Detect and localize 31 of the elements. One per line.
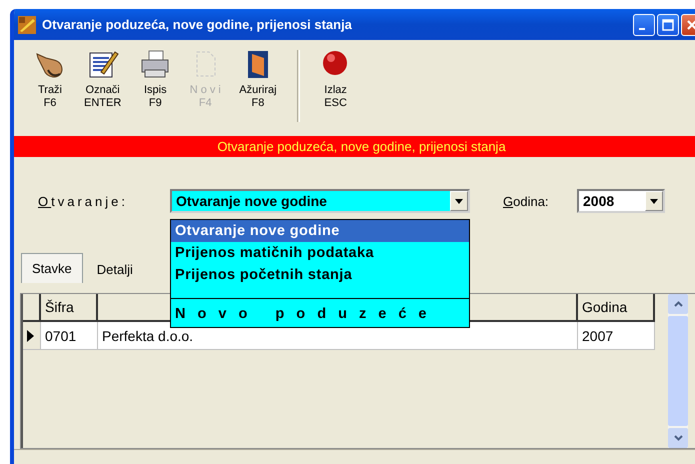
table-cell: 0701 — [41, 322, 98, 350]
dropdown-option[interactable]: Prijenos početnih stanja — [171, 264, 469, 286]
minimize-button[interactable] — [633, 14, 655, 36]
scroll-down-icon[interactable] — [668, 428, 688, 448]
column-header[interactable]: Godina — [578, 294, 655, 322]
otvaranje-label: Otvaranje: — [38, 194, 129, 208]
printer-icon — [139, 48, 172, 80]
tab[interactable]: Stavke — [21, 253, 83, 283]
maximize-button[interactable] — [657, 14, 679, 36]
scroll-thumb[interactable] — [668, 316, 688, 426]
dropdown-option[interactable]: Otvaranje nove godine — [171, 220, 469, 242]
toolbar-button[interactable]: Traži F6 — [28, 46, 72, 112]
toolbar-button[interactable]: Označi ENTER — [78, 46, 128, 112]
tab[interactable]: Detalji — [86, 256, 143, 283]
window-title: Otvaranje poduzeća, nove godine, prijenosi stanja — [42, 17, 353, 32]
toolbar-button[interactable]: Ispis F9 — [133, 46, 178, 112]
app-icon — [18, 16, 36, 34]
toolbar-button[interactable]: Ažuriraj F8 — [233, 46, 283, 112]
column-header[interactable]: Šifra — [41, 294, 98, 322]
minimize-icon — [639, 28, 645, 30]
toolbar-button[interactable]: Izlaz ESC — [314, 46, 358, 112]
godina-dropdown[interactable]: 2008 — [577, 189, 665, 213]
otvaranje-dropdown[interactable]: Otvaranje nove godine — [170, 189, 470, 213]
scrollbar[interactable] — [668, 294, 688, 448]
table-cell: 2007 — [578, 322, 655, 350]
dropdown-option[interactable]: Prijenos matičnih podataka — [171, 242, 469, 264]
close-icon — [686, 18, 695, 30]
godina-label: Godina: — [503, 194, 550, 208]
scroll-up-icon[interactable] — [668, 294, 688, 314]
title-banner: Otvaranje poduzeća, nove godine, prijenosi stanja — [14, 136, 695, 157]
maximize-icon — [662, 18, 674, 30]
